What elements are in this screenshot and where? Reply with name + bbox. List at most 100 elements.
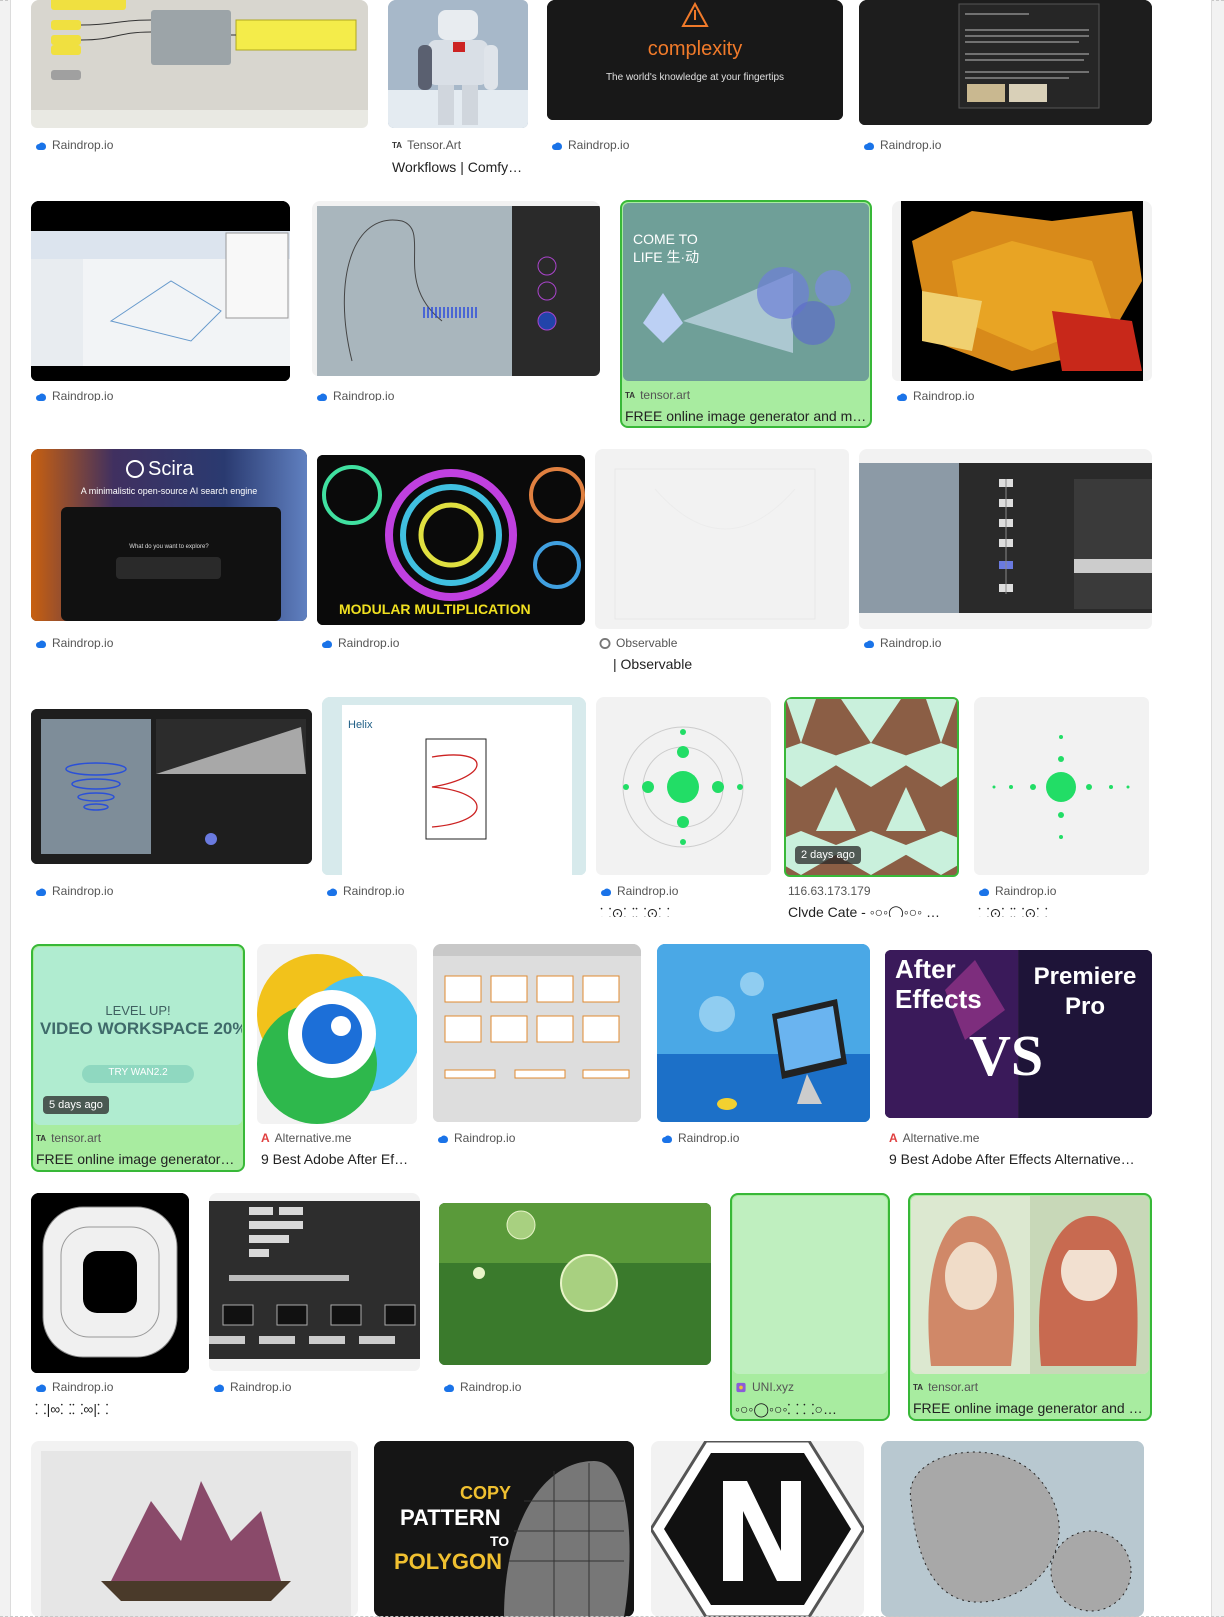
rounded-square-render — [31, 1193, 189, 1373]
source-name: Tensor.Art — [407, 138, 462, 152]
thumbnail[interactable] — [257, 944, 417, 1124]
source-label: A Alternative.me — [261, 1131, 351, 1145]
bookmark-card[interactable]: Scira A minimalistic open-source AI sear… — [31, 449, 307, 649]
bookmark-card-highlighted[interactable]: COME TO LIFE 生·动 TA tensor.art FREE onli… — [620, 200, 872, 428]
bookmark-title[interactable]: 9 Best Adobe After Ef… — [261, 1151, 417, 1167]
node-graph-screenshot — [859, 463, 1152, 613]
thumbnail[interactable] — [859, 449, 1152, 629]
bookmark-title[interactable]: ⸬|∞⸬⸬∞|⸬ — [35, 1400, 189, 1418]
bookmark-card[interactable]: Raindrop.io — [209, 1193, 420, 1393]
bookmark-card[interactable]: Raindrop.io — [433, 944, 641, 1144]
source-name: Raindrop.io — [454, 1131, 516, 1144]
bookmark-title[interactable]: 9 Best Adobe After Effects Alternative… — [889, 1151, 1152, 1167]
source-label: Raindrop.io — [316, 389, 394, 401]
thumbnail[interactable] — [388, 0, 528, 128]
bookmark-card-highlighted[interactable]: LEVEL UP! VIDEO WORKSPACE 20% O TRY WAN2… — [31, 944, 245, 1172]
thumbnail[interactable]: 2 days ago — [784, 697, 959, 877]
thumbnail[interactable] — [31, 1441, 358, 1617]
source-name: Raindrop.io — [333, 389, 395, 401]
bookmark-card[interactable]: complexity The world's knowledge at your… — [547, 0, 843, 160]
bookmark-card[interactable]: 2 days ago 116.63.173.179 Clyde Cate - ◦… — [784, 697, 964, 917]
bookmark-card[interactable]: Raindrop.io ⸬|∞⸬⸬∞|⸬ — [31, 1193, 189, 1418]
thumbnail[interactable]: After Effects Premiere Pro VS — [885, 950, 1152, 1118]
source-label: Observable — [599, 636, 677, 650]
thumbnail[interactable] — [892, 201, 1152, 381]
bookmark-title[interactable]: ◦○◦◯◦○◦⸬ ⸬○… — [735, 1400, 887, 1419]
thumbnail[interactable] — [209, 1193, 420, 1371]
thumbnail[interactable] — [657, 944, 870, 1122]
source-label: Raindrop.io — [661, 1131, 739, 1144]
thumbnail[interactable] — [595, 449, 849, 629]
bookmark-title[interactable]: ⸬⊙⸬⸬⊙⸬ — [600, 904, 770, 917]
thumbnail[interactable]: complexity The world's knowledge at your… — [547, 0, 843, 120]
bookmark-title[interactable]: Clyde Cate - ◦○◦◯◦○◦ … — [788, 904, 960, 917]
fractal-dots-image — [992, 735, 1130, 839]
source-name: tensor.art — [928, 1380, 979, 1394]
bookmark-card[interactable]: Raindrop.io — [859, 449, 1152, 649]
bookmark-card[interactable] — [881, 1441, 1144, 1617]
thumbnail[interactable] — [31, 709, 312, 864]
thumbnail[interactable] — [859, 0, 1152, 125]
thumbnail[interactable] — [31, 0, 368, 128]
thumbnail[interactable] — [911, 1196, 1149, 1374]
source-name: Raindrop.io — [568, 138, 630, 152]
hexagon-n-logo — [651, 1441, 864, 1617]
thumbnail[interactable] — [312, 201, 600, 376]
thumbnail[interactable]: LEVEL UP! VIDEO WORKSPACE 20% O TRY WAN2… — [34, 947, 242, 1125]
thumbnail[interactable] — [733, 1196, 887, 1374]
bookmark-card[interactable]: After Effects Premiere Pro VS A Alternat… — [885, 944, 1152, 1169]
bookmark-card[interactable] — [31, 1441, 358, 1617]
raindrop-icon — [36, 888, 47, 896]
bookmark-card-highlighted[interactable]: UNI.xyz ◦○◦◯◦○◦⸬ ⸬○… — [730, 1193, 890, 1421]
raindrop-icon — [36, 640, 47, 648]
bookmark-title[interactable]: FREE online image generator and mo… — [913, 1400, 1149, 1416]
bubble-photo — [439, 1203, 711, 1365]
bookmark-card[interactable]: COPY PATTERN TO POLYGON — [374, 1441, 634, 1617]
thumbnail[interactable] — [596, 697, 771, 875]
bookmark-card[interactable]: Observable | Observable — [595, 449, 851, 674]
bookmark-title[interactable]: ⸬⊙⸬⸬⊙⸬ — [978, 904, 1148, 917]
thumbnail[interactable]: COME TO LIFE 生·动 — [623, 203, 869, 381]
source-label: Raindrop.io — [896, 389, 974, 401]
bookmark-card[interactable]: Helix Raindrop.io — [322, 697, 586, 897]
fractal-green-image — [622, 726, 744, 848]
bookmark-card[interactable]: Raindrop.io — [859, 0, 1152, 160]
source-name: Raindrop.io — [52, 1380, 114, 1394]
bookmark-title[interactable]: Workflows | Comfy… — [392, 159, 532, 175]
bookmark-title[interactable]: FREE online image generator… — [36, 1151, 242, 1167]
source-name: Raindrop.io — [995, 884, 1057, 898]
bookmark-card[interactable]: Raindrop.io ⸬⊙⸬⸬⊙⸬ — [974, 697, 1152, 917]
bookmark-card[interactable]: Raindrop.io — [657, 944, 870, 1144]
bookmark-card[interactable]: A Alternative.me 9 Best Adobe After Ef… — [257, 944, 417, 1169]
bookmark-card[interactable]: Raindrop.io — [31, 0, 368, 160]
bookmark-card[interactable]: Raindrop.io — [31, 697, 312, 897]
thumbnail[interactable] — [651, 1441, 864, 1617]
raindrop-icon — [864, 640, 875, 648]
bookmark-title[interactable]: FREE online image generator and m… — [625, 408, 869, 424]
uni-xyz-icon — [736, 1382, 746, 1392]
bookmark-card[interactable]: TA Tensor.Art Workflows | Comfy… — [388, 0, 533, 180]
bookmark-card[interactable]: Raindrop.io — [439, 1193, 711, 1393]
bookmark-card[interactable]: Raindrop.io — [892, 201, 1152, 401]
bookmark-card[interactable]: MODULAR MULTIPLICATION Raindrop.io — [317, 449, 585, 649]
bookmark-card[interactable]: Raindrop.io — [312, 201, 600, 401]
bookmark-card[interactable]: Raindrop.io — [31, 201, 290, 401]
thumbnail[interactable]: Scira A minimalistic open-source AI sear… — [31, 449, 307, 621]
thumbnail[interactable] — [433, 944, 641, 1122]
thumbnail[interactable] — [974, 697, 1149, 875]
bookmark-card[interactable]: Raindrop.io ⸬⊙⸬⸬⊙⸬ — [596, 697, 771, 917]
thumbnail[interactable]: COPY PATTERN TO POLYGON — [374, 1441, 634, 1617]
bookmark-title[interactable]: | Observable — [613, 656, 833, 672]
thumbnail[interactable] — [439, 1203, 711, 1365]
vs-label: VS — [969, 1023, 1044, 1088]
thumbnail[interactable] — [31, 1193, 189, 1373]
source-label: Raindrop.io — [213, 1380, 291, 1393]
thumbnail[interactable]: MODULAR MULTIPLICATION — [317, 455, 585, 625]
source-name: tensor.art — [51, 1131, 102, 1145]
scira-brand: Scira — [148, 458, 194, 480]
thumbnail[interactable]: Helix — [322, 697, 586, 875]
thumbnail[interactable] — [881, 1441, 1144, 1617]
thumbnail[interactable] — [31, 201, 290, 381]
bookmark-card[interactable] — [651, 1441, 864, 1617]
bookmark-card-highlighted[interactable]: TA tensor.art FREE online image generato… — [908, 1193, 1152, 1421]
